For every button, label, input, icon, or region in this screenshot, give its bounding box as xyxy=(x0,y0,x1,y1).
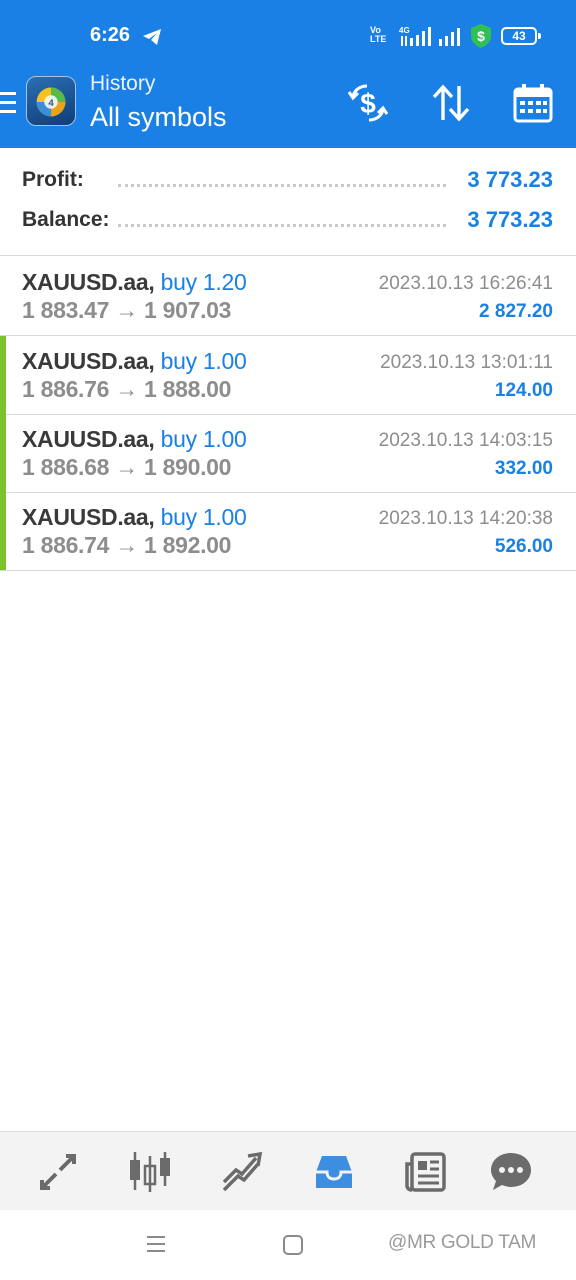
page-title: History xyxy=(90,72,156,95)
shield-dollar-icon: $ xyxy=(471,24,491,48)
signal-icon-2 xyxy=(439,28,460,46)
deal-marker xyxy=(0,414,6,492)
volte-indicator: Vo LTE xyxy=(370,25,387,44)
quotes-icon[interactable] xyxy=(36,1150,80,1194)
deal-side: buy 1.00 xyxy=(160,426,247,452)
app-bar: 4 History All symbols $ xyxy=(0,66,576,148)
deal-prices: 1 886.76 → 1 888.00 xyxy=(22,376,232,402)
balance-value: 3 773.23 xyxy=(467,207,553,232)
telegram-icon xyxy=(143,29,161,45)
deal-profit: 124.00 xyxy=(494,380,553,401)
dotted-leader xyxy=(118,224,446,227)
balance-row: Balance: 3 773.23 xyxy=(0,200,576,240)
deal-marker xyxy=(0,336,6,414)
deal-symbol: XAUUSD.aa, buy 1.00 xyxy=(22,348,247,374)
deal-profit: 332.00 xyxy=(494,458,553,479)
profit-row: Profit: 3 773.23 xyxy=(0,160,576,200)
deal-marker xyxy=(0,492,6,570)
deal-symbol: XAUUSD.aa, buy 1.20 xyxy=(22,269,247,295)
svg-text:4G: 4G xyxy=(399,26,410,35)
status-bar: 6:26 Vo LTE 4G $ 43 xyxy=(0,0,576,66)
deal-symbol: XAUUSD.aa, buy 1.00 xyxy=(22,504,247,530)
symbol-filter[interactable]: All symbols xyxy=(90,102,227,133)
sort-icon[interactable] xyxy=(430,82,472,124)
status-time: 6:26 xyxy=(90,24,131,46)
deal-profit: 526.00 xyxy=(494,536,553,557)
battery-icon: 43 xyxy=(501,27,541,45)
account-summary: Profit: 3 773.23 Balance: 3 773.23 xyxy=(0,148,576,256)
home-icon[interactable] xyxy=(283,1235,303,1255)
deal-prices: 1 886.68 → 1 890.00 xyxy=(22,454,232,480)
balance-label: Balance: xyxy=(22,208,110,231)
currency-exchange-icon[interactable]: $ xyxy=(347,82,389,124)
trade-icon[interactable] xyxy=(220,1150,264,1194)
deal-prices: 1 886.74 → 1 892.00 xyxy=(22,532,232,558)
dotted-leader xyxy=(118,184,446,187)
battery-level: 43 xyxy=(512,29,526,43)
svg-text:4: 4 xyxy=(48,98,54,109)
menu-icon[interactable] xyxy=(0,92,18,114)
system-nav-bar: @MR GOLD TAM xyxy=(0,1210,576,1280)
svg-text:$: $ xyxy=(477,28,485,44)
deal-side: buy 1.00 xyxy=(160,348,247,374)
chat-icon[interactable] xyxy=(489,1150,533,1194)
deal-time: 2023.10.13 16:26:41 xyxy=(378,273,553,294)
deal-row[interactable]: XAUUSD.aa, buy 1.20 1 883.47 → 1 907.03 … xyxy=(0,257,576,336)
deal-side: buy 1.00 xyxy=(160,504,247,530)
deal-row[interactable]: XAUUSD.aa, buy 1.00 1 886.76 → 1 888.00 … xyxy=(0,336,576,415)
chart-icon[interactable] xyxy=(128,1150,172,1194)
profit-value: 3 773.23 xyxy=(467,167,553,192)
bottom-nav xyxy=(0,1131,576,1210)
history-icon[interactable] xyxy=(312,1150,356,1194)
deal-time: 2023.10.13 13:01:11 xyxy=(380,352,553,373)
app-logo: 4 xyxy=(26,76,76,126)
svg-text:$: $ xyxy=(360,88,376,119)
watermark: @MR GOLD TAM xyxy=(388,1232,536,1253)
recent-apps-icon[interactable] xyxy=(146,1234,166,1254)
deal-time: 2023.10.13 14:20:38 xyxy=(378,508,553,529)
deal-row[interactable]: XAUUSD.aa, buy 1.00 1 886.68 → 1 890.00 … xyxy=(0,414,576,493)
profit-label: Profit: xyxy=(22,168,84,191)
signal-icon: 4G xyxy=(399,26,431,46)
deal-prices: 1 883.47 → 1 907.03 xyxy=(22,297,232,323)
deal-profit: 2 827.20 xyxy=(479,301,553,322)
news-icon[interactable] xyxy=(404,1150,448,1194)
deal-side: buy 1.20 xyxy=(160,269,247,295)
deal-time: 2023.10.13 14:03:15 xyxy=(378,430,553,451)
calendar-icon[interactable] xyxy=(512,82,554,124)
deal-row[interactable]: XAUUSD.aa, buy 1.00 1 886.74 → 1 892.00 … xyxy=(0,492,576,571)
deal-symbol: XAUUSD.aa, buy 1.00 xyxy=(22,426,247,452)
